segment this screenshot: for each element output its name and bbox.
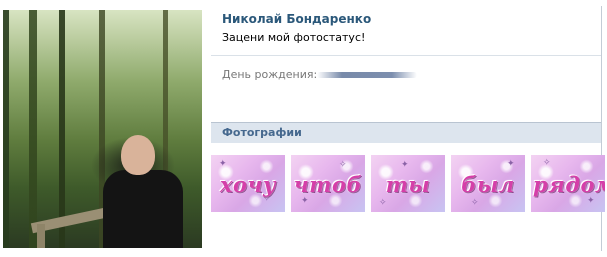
photo-word: чтоб [293,172,363,197]
sparkle-icon: ✧ [339,160,347,170]
photo-word: рядом [533,172,605,197]
birthday-label: День рождения: [222,68,318,81]
photos-header-label[interactable]: Фотографии [222,126,302,139]
sparkle-icon: ✧ [543,158,551,168]
photo-thumbnail[interactable]: ✦ ✧ был [451,155,525,212]
sparkle-icon: ✧ [379,198,387,208]
profile-status[interactable]: Зацени мой фотостатус! [222,31,365,44]
divider [211,55,601,56]
photo-thumbnail[interactable]: ✧ ✦ чтоб [291,155,365,212]
photo-thumbnail[interactable]: ✧ ✦ рядом [531,155,605,212]
photo-thumbnail[interactable]: ✦ ✧ хочу [211,155,285,212]
avatar-person-body [103,170,183,248]
sparkle-icon: ✦ [219,159,227,169]
sparkle-icon: ✦ [401,160,409,170]
sparkle-icon: ✦ [301,196,309,206]
photo-word: хочу [219,172,277,197]
photo-word: ты [385,172,431,197]
avatar-railing-post [37,224,45,248]
photo-thumbnail[interactable]: ✦ ✧ ты [371,155,445,212]
sparkle-icon: ✧ [471,198,479,208]
right-border [601,6,602,251]
profile-name: Николай Бондаренко [222,12,372,26]
photo-word: был [461,172,515,197]
photos-section-header[interactable]: Фотографии [211,122,601,143]
profile-avatar[interactable] [3,10,202,248]
photos-strip: ✦ ✧ хочу ✧ ✦ чтоб ✦ ✧ ты ✦ ✧ был ✧ ✦ ряд… [211,155,605,212]
birthday-value-blurred [317,72,417,78]
sparkle-icon: ✦ [507,159,515,169]
avatar-person-head [121,135,155,175]
sparkle-icon: ✦ [587,196,595,206]
